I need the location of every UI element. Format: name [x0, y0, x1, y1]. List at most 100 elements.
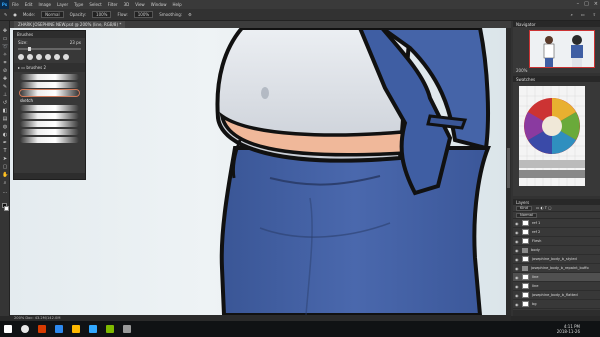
blur-tool-icon[interactable]: ◍: [2, 125, 8, 130]
hand-tool-icon[interactable]: ✋: [2, 173, 8, 178]
close-icon[interactable]: ×: [594, 1, 598, 7]
windows-start-icon[interactable]: [4, 325, 12, 333]
brush-stroke-preview[interactable]: [20, 74, 79, 80]
brush-tip-preset[interactable]: [54, 54, 60, 60]
app-icon[interactable]: [55, 325, 63, 333]
search-icon[interactable]: ⌕: [571, 12, 573, 17]
navigator-preview[interactable]: [529, 30, 595, 68]
brush-tip-preset[interactable]: [63, 54, 69, 60]
brush-tool-icon[interactable]: ✎: [4, 12, 7, 17]
visibility-eye-icon[interactable]: ◉: [515, 221, 519, 226]
layer-row[interactable]: ◉ josephine_body_b_repaint_buffo: [513, 264, 600, 273]
workspace-icon[interactable]: ▭: [581, 12, 585, 17]
crop-tool-icon[interactable]: ⌗: [2, 61, 8, 66]
opacity-field[interactable]: 100%: [92, 11, 112, 18]
brush-tool-icon-side[interactable]: ✎: [2, 85, 8, 90]
visibility-eye-icon[interactable]: ◉: [515, 230, 519, 235]
layer-row-selected[interactable]: ◉ line: [513, 273, 600, 282]
menu-select[interactable]: Select: [86, 2, 104, 7]
taskbar-clock[interactable]: 4:11 PM 2018-11-26: [557, 324, 580, 334]
visibility-eye-icon[interactable]: ◉: [515, 302, 519, 307]
brush-stroke-preview[interactable]: [20, 137, 79, 143]
menu-help[interactable]: Help: [169, 2, 184, 7]
menu-view[interactable]: View: [132, 2, 148, 7]
history-brush-icon[interactable]: ↺: [2, 101, 8, 106]
brush-tip-preset[interactable]: [27, 54, 33, 60]
app-icon[interactable]: [106, 325, 114, 333]
type-tool-icon[interactable]: T: [2, 149, 8, 154]
marquee-tool-icon[interactable]: ▭: [2, 37, 8, 42]
brush-group-header[interactable]: ▸ ▭ brushes 2: [14, 63, 85, 72]
menu-edit[interactable]: Edit: [22, 2, 36, 7]
visibility-eye-icon[interactable]: ◉: [515, 284, 519, 289]
search-icon-taskbar[interactable]: [21, 325, 29, 333]
brush-stroke-preview[interactable]: [20, 113, 79, 119]
lasso-tool-icon[interactable]: ➰: [2, 45, 8, 50]
magic-wand-icon[interactable]: ✧: [2, 53, 8, 58]
layer-row[interactable]: ◉ josephine_body_b_styled: [513, 255, 600, 264]
stamp-tool-icon[interactable]: ⊥: [2, 93, 8, 98]
menu-image[interactable]: Image: [35, 2, 54, 7]
healing-tool-icon[interactable]: ✚: [2, 77, 8, 82]
eyedropper-tool-icon[interactable]: ⊘: [2, 69, 8, 74]
swatches-title[interactable]: Swatches: [513, 76, 600, 82]
visibility-eye-icon[interactable]: ◉: [515, 293, 519, 298]
minimize-icon[interactable]: –: [577, 1, 580, 7]
layer-row[interactable]: ◉ body: [513, 246, 600, 255]
brush-stroke-preview[interactable]: [20, 105, 79, 111]
brush-size-dot-icon[interactable]: ●: [13, 12, 17, 17]
layer-row[interactable]: ◉ ref 1: [513, 219, 600, 228]
visibility-eye-icon[interactable]: ◉: [515, 266, 519, 271]
share-icon[interactable]: ⇪: [593, 12, 596, 17]
path-select-icon[interactable]: ➤: [2, 157, 8, 162]
brush-stroke-preview[interactable]: [20, 121, 79, 127]
eraser-tool-icon[interactable]: ◧: [2, 109, 8, 114]
menu-window[interactable]: Window: [148, 2, 170, 7]
mode-select[interactable]: Normal: [41, 11, 64, 18]
brush-tip-preset[interactable]: [18, 54, 24, 60]
menu-filter[interactable]: Filter: [105, 2, 121, 7]
layer-row[interactable]: ◉ josephine_body_b_flatted: [513, 291, 600, 300]
layer-row[interactable]: ◉ Flesh: [513, 237, 600, 246]
pen-tool-icon[interactable]: ✒: [2, 141, 8, 146]
brush-stroke-preview[interactable]: [20, 82, 79, 88]
app-icon[interactable]: [38, 325, 46, 333]
menu-type[interactable]: Type: [71, 2, 86, 7]
menu-file[interactable]: File: [9, 2, 22, 7]
more-tools-icon[interactable]: ⋯: [2, 191, 8, 196]
brush-stroke-preview[interactable]: [20, 129, 79, 135]
menu-3d[interactable]: 3D: [121, 2, 133, 7]
brushes-panel-title[interactable]: Brushes: [14, 31, 85, 38]
layer-row[interactable]: ◉ bg: [513, 300, 600, 309]
move-tool-icon[interactable]: ✥: [2, 29, 8, 34]
app-icon[interactable]: [123, 325, 131, 333]
shape-tool-icon[interactable]: ▢: [2, 165, 8, 170]
menu-layer[interactable]: Layer: [54, 2, 71, 7]
brush-tip-preset[interactable]: [36, 54, 42, 60]
flow-field[interactable]: 100%: [133, 11, 154, 18]
navigator-zoom-value[interactable]: 200%: [516, 68, 527, 73]
visibility-eye-icon[interactable]: ◉: [515, 248, 519, 253]
brush-tip-preset[interactable]: [45, 54, 51, 60]
color-swatch-grid[interactable]: [519, 86, 585, 186]
gradient-tool-icon[interactable]: ▤: [2, 117, 8, 122]
layer-kind-filter[interactable]: Kind: [516, 205, 532, 211]
scrollbar-thumb[interactable]: [507, 148, 510, 188]
visibility-eye-icon[interactable]: ◉: [515, 239, 519, 244]
background-color-swatch[interactable]: [4, 206, 9, 211]
maximize-icon[interactable]: □: [584, 1, 589, 7]
photoshop-taskbar-icon[interactable]: [89, 325, 97, 333]
layer-row[interactable]: ◉ ref 2: [513, 228, 600, 237]
brush-size-slider[interactable]: [18, 47, 81, 51]
settings-gear-icon[interactable]: ⚙: [188, 12, 192, 17]
navigator-title[interactable]: Navigator: [513, 21, 600, 27]
dodge-tool-icon[interactable]: ◐: [2, 133, 8, 138]
brush-stroke-preview-selected[interactable]: [19, 89, 80, 97]
visibility-eye-icon[interactable]: ◉: [515, 257, 519, 262]
zoom-tool-icon[interactable]: ⌕: [2, 181, 8, 186]
filter-icons[interactable]: ▭ ◐ T ▢: [536, 206, 552, 210]
brush-size-value[interactable]: 23 px: [70, 40, 81, 45]
layer-row[interactable]: ◉ line: [513, 282, 600, 291]
slider-knob[interactable]: [28, 47, 31, 51]
blend-mode-select[interactable]: Normal: [516, 212, 538, 218]
